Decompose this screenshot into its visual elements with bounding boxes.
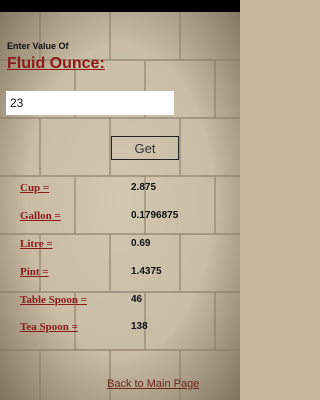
unit-title: Fluid Ounce: <box>7 55 105 72</box>
get-button[interactable]: Get <box>111 136 179 160</box>
result-value-table-spoon: 46 <box>131 294 143 305</box>
result-value-cup: 2.875 <box>131 182 157 193</box>
result-value-tea-spoon: 138 <box>131 321 148 332</box>
status-bar <box>0 0 240 12</box>
result-value-pint: 1.4375 <box>131 266 162 277</box>
result-label-gallon: Gallon = <box>20 210 61 222</box>
back-to-main-link[interactable]: Back to Main Page <box>107 378 199 390</box>
result-value-gallon: 0.1796875 <box>131 210 179 221</box>
enter-value-heading: Enter Value Of <box>7 41 69 51</box>
result-label-pint: Pint = <box>20 266 49 278</box>
result-value-litre: 0.69 <box>131 238 151 249</box>
result-label-cup: Cup = <box>20 182 50 194</box>
result-label-litre: Litre = <box>20 238 53 250</box>
fluid-ounce-input[interactable] <box>6 91 174 115</box>
result-label-tea-spoon: Tea Spoon = <box>20 321 78 333</box>
result-label-table-spoon: Table Spoon = <box>20 294 88 306</box>
